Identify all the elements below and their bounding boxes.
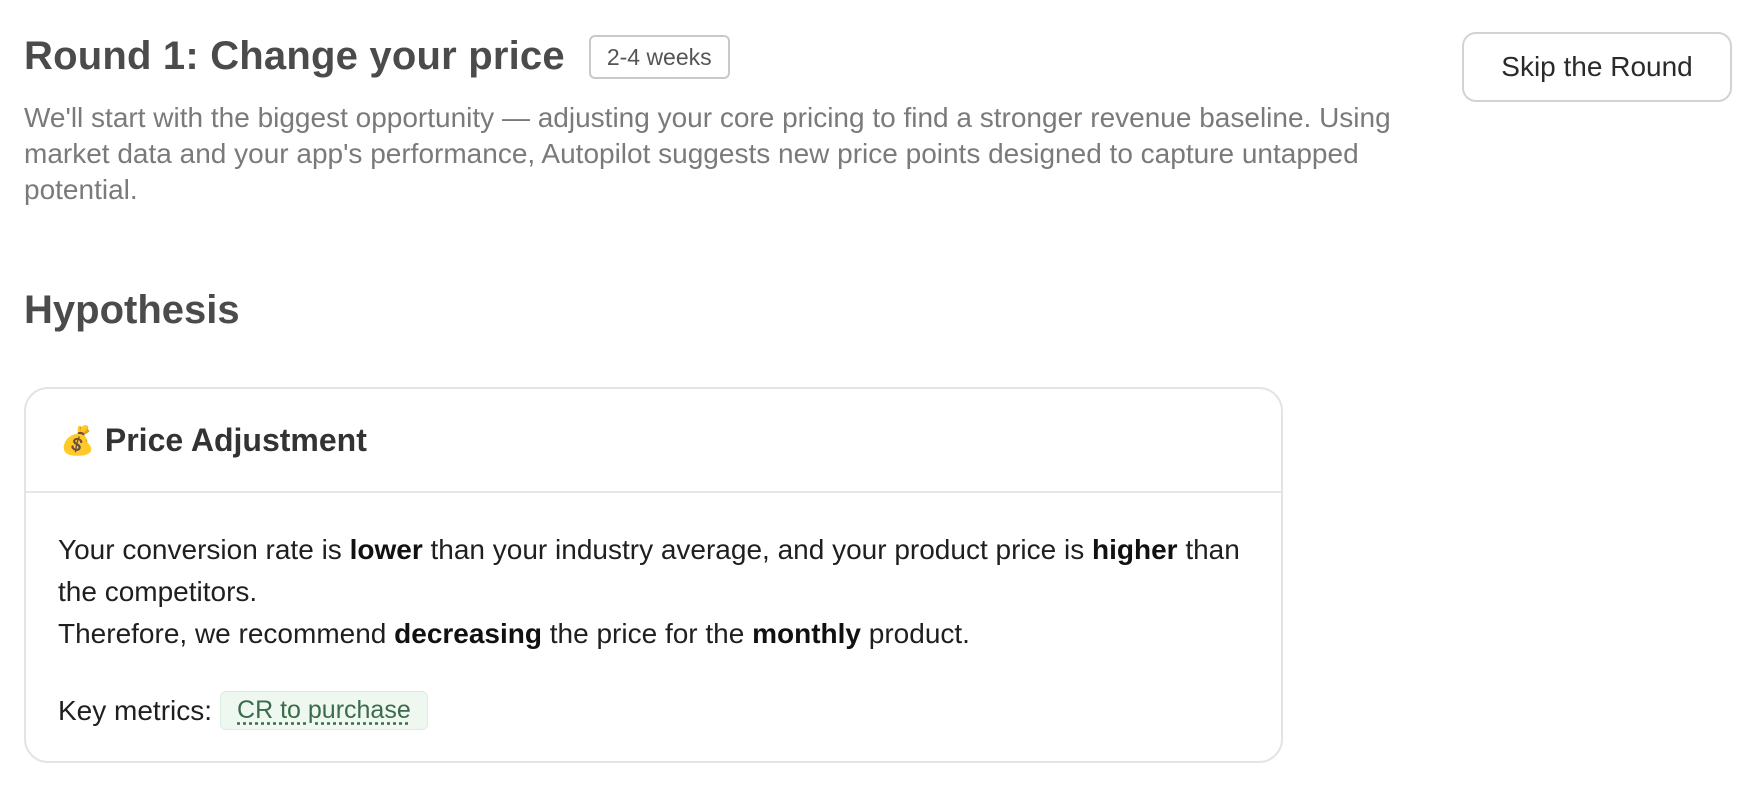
hypothesis-heading: Hypothesis (24, 288, 240, 332)
card-body: Your conversion rate is lower than your … (26, 493, 1281, 730)
emphasis-decreasing: decreasing (394, 618, 542, 649)
text-segment: the price for the (542, 618, 753, 649)
emphasis-monthly: monthly (752, 618, 861, 649)
text-segment: Therefore, we recommend (58, 618, 395, 649)
round-header: Round 1: Change your price 2-4 weeks (24, 34, 730, 79)
money-bag-icon: 💰 (60, 424, 95, 456)
text-segment: than your industry average, and your pro… (422, 534, 1092, 565)
metric-tag-cr-to-purchase[interactable]: CR to purchase (220, 691, 428, 730)
round-title: Round 1: Change your price (24, 34, 565, 78)
emphasis-higher: higher (1091, 534, 1178, 565)
emphasis-lower: lower (349, 534, 423, 565)
hypothesis-text: Your conversion rate is lower than your … (58, 529, 1249, 655)
card-header: 💰 Price Adjustment (26, 389, 1281, 493)
duration-badge: 2-4 weeks (588, 34, 730, 79)
text-segment: product. (861, 618, 970, 649)
key-metrics-label: Key metrics: (58, 694, 213, 726)
text-segment: Your conversion rate is (58, 534, 350, 565)
card-title: Price Adjustment (104, 421, 367, 458)
key-metrics-row: Key metrics: CR to purchase (58, 691, 1249, 730)
hypothesis-card: 💰 Price Adjustment Your conversion rate … (24, 387, 1283, 763)
skip-round-button[interactable]: Skip the Round (1462, 32, 1732, 102)
round-description: We'll start with the biggest opportunity… (24, 102, 1391, 205)
